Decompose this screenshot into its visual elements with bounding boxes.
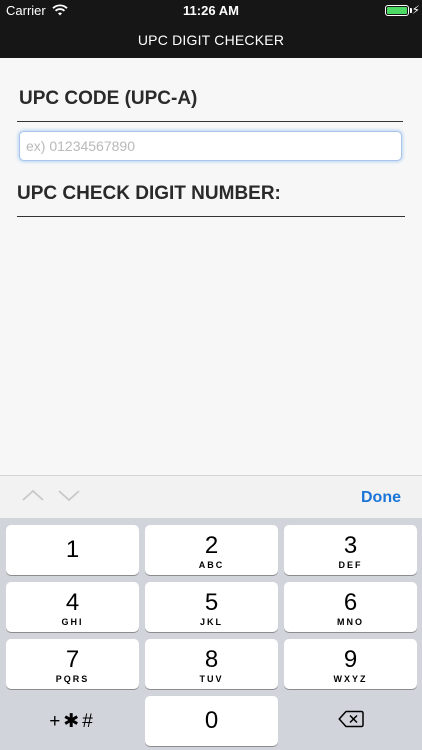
clock-time: 11:26 AM — [183, 3, 239, 18]
key-letters: TUV — [199, 674, 224, 684]
key-8[interactable]: 8 TUV — [145, 639, 278, 689]
key-number: 2 — [204, 532, 219, 559]
key-1[interactable]: 1 — [6, 525, 139, 575]
key-4[interactable]: 4 GHI — [6, 582, 139, 632]
key-number: 1 — [65, 536, 80, 563]
backspace-icon — [337, 710, 364, 733]
key-letters: WXYZ — [333, 674, 368, 684]
key-number: 6 — [343, 589, 358, 616]
done-button[interactable]: Done — [361, 489, 401, 507]
key-letters: PQRS — [55, 674, 90, 684]
key-letters: JKL — [199, 617, 223, 627]
nav-bar: UPC DIGIT CHECKER — [0, 22, 422, 58]
key-number: 5 — [204, 589, 219, 616]
key-3[interactable]: 3 DEF — [284, 525, 417, 575]
key-2[interactable]: 2 ABC — [145, 525, 278, 575]
key-letters: MNO — [337, 617, 364, 627]
key-letters: GHI — [61, 617, 84, 627]
key-number: 0 — [204, 707, 219, 734]
upc-code-label: UPC CODE (UPC-A) — [19, 88, 198, 109]
key-7[interactable]: 7 PQRS — [6, 639, 139, 689]
chevron-down-icon[interactable] — [58, 488, 80, 508]
check-digit-label: UPC CHECK DIGIT NUMBER: — [17, 183, 281, 204]
upc-label-divider — [17, 121, 403, 122]
key-number: 8 — [204, 646, 219, 673]
number-pad: 1 2 ABC 3 DEF 4 GHI 5 JKL 6 MNO 7 PQRS 8… — [0, 518, 422, 750]
key-0[interactable]: 0 — [145, 696, 278, 746]
key-9[interactable]: 9 WXYZ — [284, 639, 417, 689]
upc-code-input[interactable] — [19, 131, 402, 161]
charging-bolt-icon: ⚡︎ — [411, 3, 420, 17]
key-number: 4 — [65, 589, 80, 616]
key-6[interactable]: 6 MNO — [284, 582, 417, 632]
status-bar: Carrier 11:26 AM ⚡︎ — [0, 0, 422, 22]
delete-key[interactable] — [284, 696, 417, 746]
key-5[interactable]: 5 JKL — [145, 582, 278, 632]
key-number: 7 — [65, 646, 80, 673]
symbols-key[interactable]: +✱# — [6, 696, 139, 746]
key-letters: DEF — [338, 560, 363, 570]
check-digit-divider — [17, 216, 405, 217]
battery-icon — [385, 5, 409, 16]
page-title: UPC DIGIT CHECKER — [137, 32, 285, 48]
key-number: 3 — [343, 532, 358, 559]
key-number: 9 — [343, 646, 358, 673]
key-letters: ABC — [198, 560, 225, 570]
keyboard-accessory-bar: Done — [0, 475, 422, 519]
chevron-up-icon[interactable] — [22, 488, 44, 508]
